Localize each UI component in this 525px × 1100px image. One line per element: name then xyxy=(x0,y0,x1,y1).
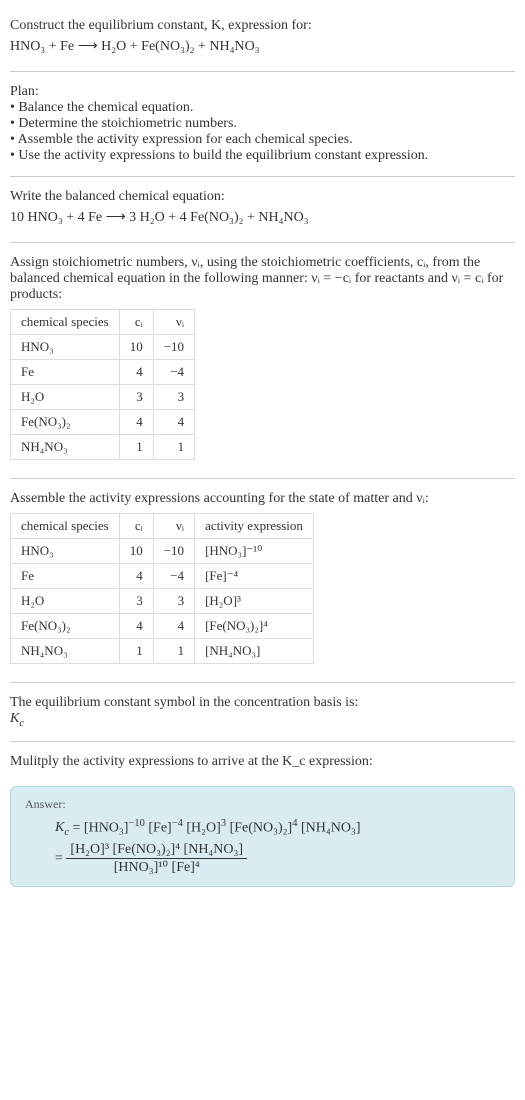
answer-label: Answer: xyxy=(25,797,500,812)
cell-v: −4 xyxy=(153,360,194,385)
balanced-heading: Write the balanced chemical equation: xyxy=(10,189,515,205)
answer-line2: = [H₂O]³ [Fe(NO₃)₂]⁴ [NH₄NO₃] [HNO₃]¹⁰ [… xyxy=(55,842,500,876)
table-row: NH₄NO₃ 1 1 xyxy=(11,435,195,460)
symbol-kc: Kc xyxy=(10,711,515,729)
symbol-block: The equilibrium constant symbol in the c… xyxy=(10,687,515,737)
col-header: νᵢ xyxy=(153,514,194,539)
cell-v: 3 xyxy=(153,589,194,614)
cell-v: 4 xyxy=(153,410,194,435)
cell-c: 1 xyxy=(119,435,153,460)
multiply-block: Mulitply the activity expressions to arr… xyxy=(10,746,515,778)
cell-activity: [NH₄NO₃] xyxy=(195,639,314,664)
divider xyxy=(10,71,515,72)
frac-denominator: [HNO₃]¹⁰ [Fe]⁴ xyxy=(66,859,247,876)
plan-item: • Assemble the activity expression for e… xyxy=(10,132,515,148)
table-row: NH₄NO₃ 1 1 [NH₄NO₃] xyxy=(11,639,314,664)
table-row: H₂O 3 3 [H₂O]³ xyxy=(11,589,314,614)
table-row: Fe 4 −4 xyxy=(11,360,195,385)
col-header: cᵢ xyxy=(119,310,153,335)
table-row: Fe 4 −4 [Fe]⁻⁴ xyxy=(11,564,314,589)
divider xyxy=(10,242,515,243)
answer-fraction: [H₂O]³ [Fe(NO₃)₂]⁴ [NH₄NO₃] [HNO₃]¹⁰ [Fe… xyxy=(66,842,247,876)
stoich-table: chemical species cᵢ νᵢ HNO₃ 10 −10 Fe 4 … xyxy=(10,309,195,460)
cell-species: Fe xyxy=(11,360,120,385)
plan-item: • Use the activity expressions to build … xyxy=(10,148,515,164)
plan-heading: Plan: xyxy=(10,84,515,100)
table-row: H₂O 3 3 xyxy=(11,385,195,410)
cell-c: 10 xyxy=(119,335,153,360)
cell-activity: [Fe(NO₃)₂]⁴ xyxy=(195,614,314,639)
cell-species: HNO₃ xyxy=(11,539,120,564)
balanced-equation: 10 HNO₃ + 4 Fe ⟶ 3 H₂O + 4 Fe(NO₃)₂ + NH… xyxy=(10,205,515,230)
activity-intro: Assemble the activity expressions accoun… xyxy=(10,491,515,507)
cell-species: HNO₃ xyxy=(11,335,120,360)
cell-v: 1 xyxy=(153,435,194,460)
answer-content: Kc = K_c = [HNO₃]⁻¹⁰ [Fe]⁻⁴ [H₂O]³ [Fe(N… xyxy=(25,818,500,876)
divider xyxy=(10,478,515,479)
cell-species: Fe xyxy=(11,564,120,589)
divider xyxy=(10,741,515,742)
cell-c: 1 xyxy=(119,639,153,664)
divider xyxy=(10,682,515,683)
cell-activity: [H₂O]³ xyxy=(195,589,314,614)
table-row: Fe(NO₃)₂ 4 4 xyxy=(11,410,195,435)
cell-c: 4 xyxy=(119,410,153,435)
cell-c: 4 xyxy=(119,564,153,589)
balanced-block: Write the balanced chemical equation: 10… xyxy=(10,181,515,238)
header-equation: HNO₃ + Fe ⟶ H₂O + Fe(NO₃)₂ + NH₄NO₃ xyxy=(10,34,515,59)
cell-species: Fe(NO₃)₂ xyxy=(11,614,120,639)
plan-item: • Balance the chemical equation. xyxy=(10,100,515,116)
cell-activity: [Fe]⁻⁴ xyxy=(195,564,314,589)
cell-c: 3 xyxy=(119,589,153,614)
cell-species: NH₄NO₃ xyxy=(11,639,120,664)
cell-species: Fe(NO₃)₂ xyxy=(11,410,120,435)
cell-species: H₂O xyxy=(11,589,120,614)
divider xyxy=(10,176,515,177)
col-header: chemical species xyxy=(11,514,120,539)
table-row: HNO₃ 10 −10 xyxy=(11,335,195,360)
multiply-text: Mulitply the activity expressions to arr… xyxy=(10,754,373,769)
title-text: Construct the equilibrium constant, K, e… xyxy=(10,18,312,33)
col-header: activity expression xyxy=(195,514,314,539)
col-header: νᵢ xyxy=(153,310,194,335)
cell-activity: [HNO₃]⁻¹⁰ xyxy=(195,539,314,564)
table-row: HNO₃ 10 −10 [HNO₃]⁻¹⁰ xyxy=(11,539,314,564)
cell-species: H₂O xyxy=(11,385,120,410)
symbol-text: The equilibrium constant symbol in the c… xyxy=(10,695,515,711)
col-header: cᵢ xyxy=(119,514,153,539)
activity-table: chemical species cᵢ νᵢ activity expressi… xyxy=(10,513,314,664)
header-block: Construct the equilibrium constant, K, e… xyxy=(10,10,515,67)
answer-box: Answer: Kc = K_c = [HNO₃]⁻¹⁰ [Fe]⁻⁴ [H₂O… xyxy=(10,786,515,887)
stoich-block: Assign stoichiometric numbers, νᵢ, using… xyxy=(10,247,515,474)
cell-v: −10 xyxy=(153,539,194,564)
title-line: Construct the equilibrium constant, K, e… xyxy=(10,18,515,34)
cell-c: 3 xyxy=(119,385,153,410)
table-row: chemical species cᵢ νᵢ xyxy=(11,310,195,335)
cell-c: 4 xyxy=(119,614,153,639)
cell-c: 10 xyxy=(119,539,153,564)
cell-v: −10 xyxy=(153,335,194,360)
table-row: Fe(NO₃)₂ 4 4 [Fe(NO₃)₂]⁴ xyxy=(11,614,314,639)
table-row: chemical species cᵢ νᵢ activity expressi… xyxy=(11,514,314,539)
activity-block: Assemble the activity expressions accoun… xyxy=(10,483,515,678)
cell-v: 3 xyxy=(153,385,194,410)
cell-species: NH₄NO₃ xyxy=(11,435,120,460)
frac-numerator: [H₂O]³ [Fe(NO₃)₂]⁴ [NH₄NO₃] xyxy=(66,842,247,859)
col-header: chemical species xyxy=(11,310,120,335)
cell-v: 4 xyxy=(153,614,194,639)
answer-line1: Kc = K_c = [HNO₃]⁻¹⁰ [Fe]⁻⁴ [H₂O]³ [Fe(N… xyxy=(55,818,500,838)
cell-v: 1 xyxy=(153,639,194,664)
stoich-intro: Assign stoichiometric numbers, νᵢ, using… xyxy=(10,255,515,303)
plan-block: Plan: • Balance the chemical equation. •… xyxy=(10,76,515,172)
cell-c: 4 xyxy=(119,360,153,385)
cell-v: −4 xyxy=(153,564,194,589)
plan-item: • Determine the stoichiometric numbers. xyxy=(10,116,515,132)
